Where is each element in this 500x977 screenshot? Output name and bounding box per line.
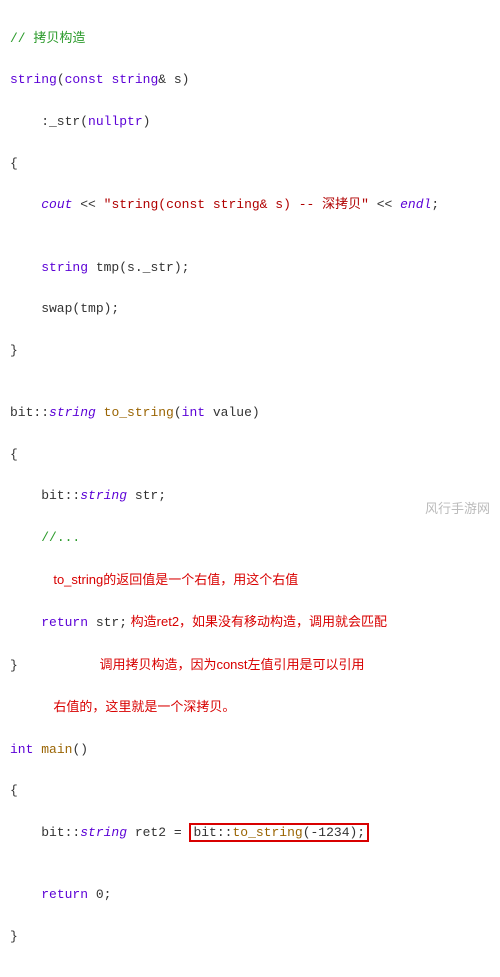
indent5 bbox=[10, 887, 41, 902]
fn-tostring: to_string bbox=[104, 405, 174, 420]
comment-ellipsis: //... bbox=[41, 530, 80, 545]
code-block: // 拷贝构造 string(const string& s) :_str(nu… bbox=[10, 8, 490, 969]
brace-open2: { bbox=[10, 445, 490, 466]
highlighted-call-box: bit::to_string(-1234); bbox=[189, 823, 369, 842]
kw-int2: int bbox=[10, 742, 33, 757]
brace-close2: } bbox=[10, 658, 96, 673]
kw-return2: return bbox=[41, 887, 88, 902]
kw-nullptr: nullptr bbox=[88, 114, 143, 129]
annotation-4: 右值的，这里就是一个深拷贝。 bbox=[10, 699, 235, 714]
init-list: :_str( bbox=[10, 114, 88, 129]
ns-bit4: bit:: bbox=[193, 825, 232, 840]
brace-open: { bbox=[10, 154, 490, 175]
paren-close: ) bbox=[143, 114, 151, 129]
line-ellipsis: //... bbox=[10, 528, 490, 549]
line-annot4: 右值的，这里就是一个深拷贝。 bbox=[10, 697, 490, 719]
ns-bit: bit:: bbox=[10, 405, 49, 420]
endl: endl bbox=[400, 197, 431, 212]
type-string4: string bbox=[49, 405, 96, 420]
cout: cout bbox=[41, 197, 72, 212]
ret2-eq: ret2 = bbox=[127, 825, 189, 840]
tmp-decl: tmp(s._str); bbox=[88, 260, 189, 275]
fn-main: main bbox=[41, 742, 72, 757]
line-brace-annot: } 调用拷贝构造，因为const左值引用是可以引用 bbox=[10, 655, 490, 677]
indent3 bbox=[10, 530, 41, 545]
watermark: 风行手游网 bbox=[425, 499, 490, 520]
paren2: ( bbox=[174, 405, 182, 420]
type-string5: string bbox=[80, 488, 127, 503]
zero: 0; bbox=[88, 887, 111, 902]
annotation-1: to_string的返回值是一个右值，用这个右值 bbox=[10, 572, 298, 587]
kw-int: int bbox=[182, 405, 205, 420]
semicolon: ; bbox=[431, 197, 439, 212]
paren: ( bbox=[57, 72, 65, 87]
line-sig: string(const string& s) bbox=[10, 70, 490, 91]
copy-ctor-comment: // 拷贝构造 bbox=[10, 31, 85, 46]
kw-const: const bbox=[65, 72, 104, 87]
space2 bbox=[96, 405, 104, 420]
type-string3: string bbox=[41, 260, 88, 275]
space3 bbox=[33, 742, 41, 757]
brace-close: } bbox=[10, 341, 490, 362]
ret-str: str; bbox=[88, 615, 127, 630]
line-return0: return 0; bbox=[10, 885, 490, 906]
ns-bit3: bit:: bbox=[10, 825, 80, 840]
kw-return: return bbox=[41, 615, 88, 630]
str-decl: str; bbox=[127, 488, 166, 503]
op-shl: << bbox=[72, 197, 103, 212]
line-tostring-sig: bit::string to_string(int value) bbox=[10, 403, 490, 424]
fn-tostring-call: to_string bbox=[232, 825, 302, 840]
line-swap: swap(tmp); bbox=[10, 299, 490, 320]
line-str-decl: bit::string str; bbox=[10, 486, 490, 507]
param-value: value) bbox=[205, 405, 260, 420]
call-args: (-1234); bbox=[303, 825, 365, 840]
line-init: :_str(nullptr) bbox=[10, 112, 490, 133]
parens: () bbox=[72, 742, 88, 757]
type-string: string bbox=[10, 72, 57, 87]
indent bbox=[10, 197, 41, 212]
annotation-3: 调用拷贝构造，因为const左值引用是可以引用 bbox=[96, 657, 365, 672]
line-return-str: return str; 构造ret2，如果没有移动构造，调用就会匹配 bbox=[10, 612, 490, 634]
brace-open3: { bbox=[10, 781, 490, 802]
line-tmp: string tmp(s._str); bbox=[10, 258, 490, 279]
op-shl2: << bbox=[369, 197, 400, 212]
indent4 bbox=[10, 615, 41, 630]
ns-bit2: bit:: bbox=[10, 488, 80, 503]
indent2 bbox=[10, 260, 41, 275]
line-ret2-decl: bit::string ret2 = bit::to_string(-1234)… bbox=[10, 823, 490, 844]
type-string6: string bbox=[80, 825, 127, 840]
type-string2: string bbox=[111, 72, 158, 87]
ref-param: & s) bbox=[158, 72, 189, 87]
annotation-2: 构造ret2，如果没有移动构造，调用就会匹配 bbox=[127, 614, 387, 629]
line-cout: cout << "string(const string& s) -- 深拷贝"… bbox=[10, 195, 490, 216]
line-comment: // 拷贝构造 bbox=[10, 29, 490, 50]
line-annot1: to_string的返回值是一个右值，用这个右值 bbox=[10, 570, 490, 592]
line-main-sig: int main() bbox=[10, 740, 490, 761]
brace-close3: } bbox=[10, 927, 490, 948]
string-literal: "string(const string& s) -- 深拷贝" bbox=[104, 197, 369, 212]
